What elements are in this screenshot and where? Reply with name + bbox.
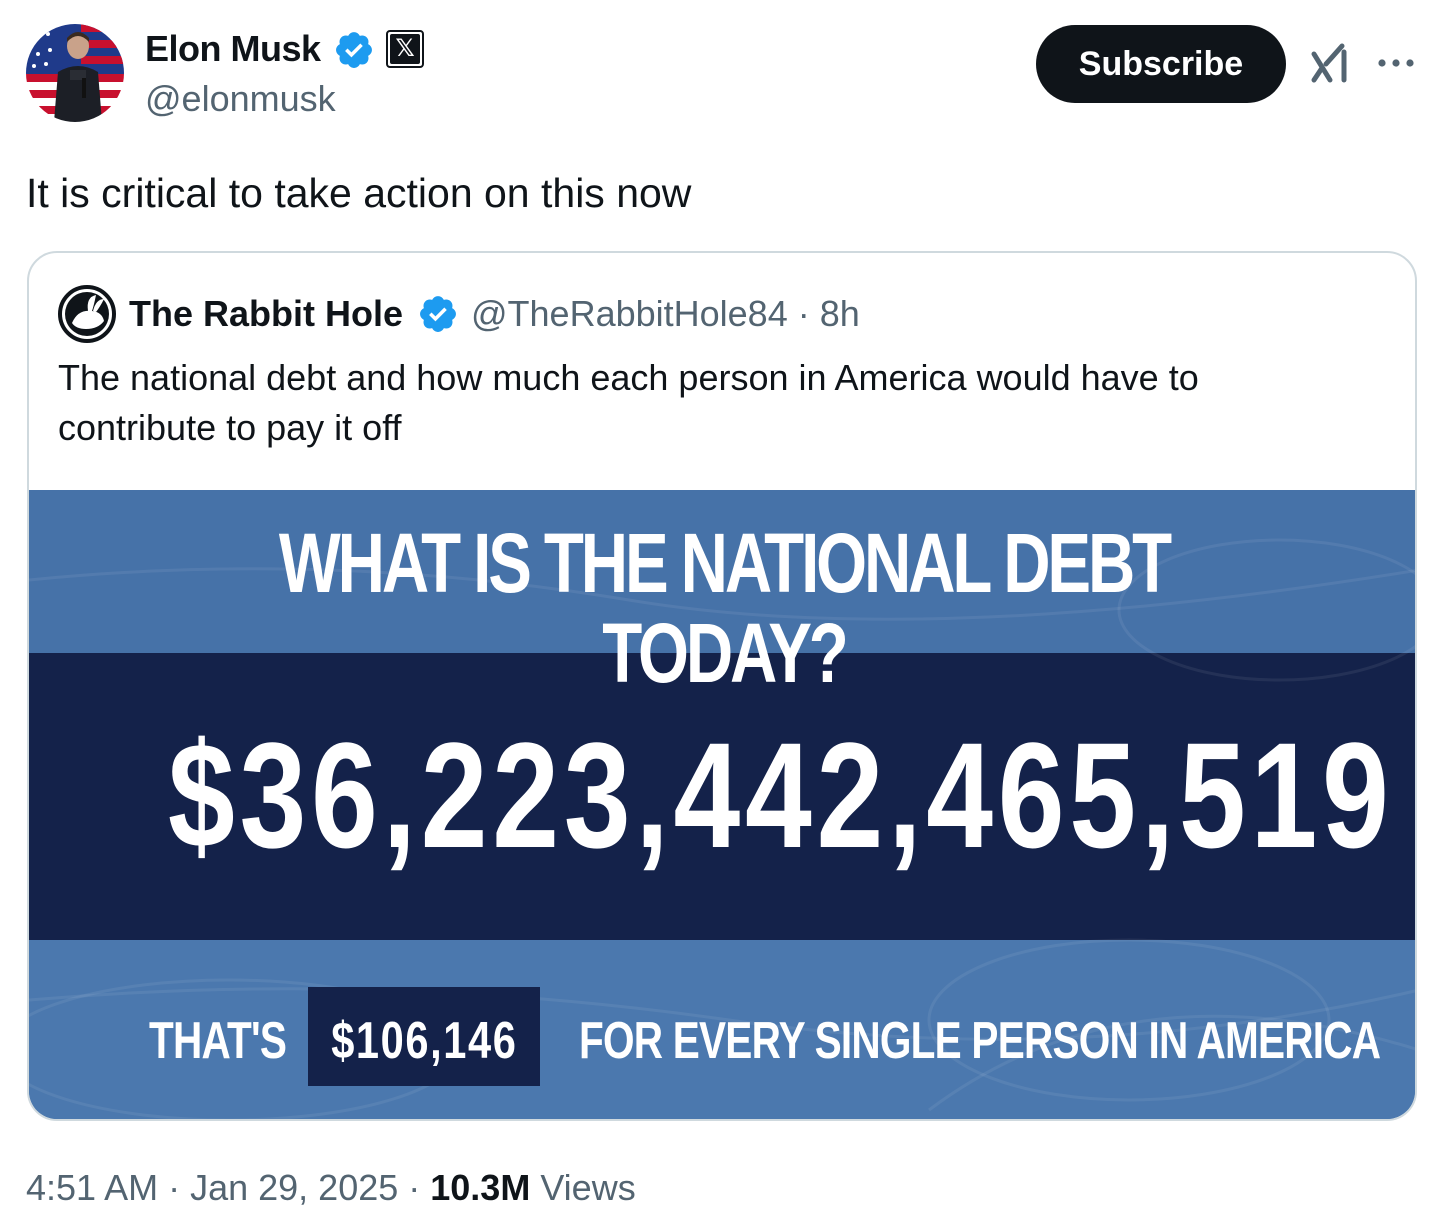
avatar-image (26, 24, 124, 122)
author-avatar[interactable] (26, 24, 124, 122)
more-dots-icon[interactable] (1376, 50, 1416, 76)
quoted-handle-time[interactable]: @TheRabbitHole84 · 8h (471, 293, 860, 335)
tweet-meta: 4:51 AM · Jan 29, 2025 · 10.3M Views (26, 1166, 636, 1210)
author-name[interactable]: Elon Musk (145, 28, 321, 70)
views-label: Views (530, 1167, 636, 1208)
quoted-tweet-text: The national debt and how much each pers… (58, 357, 1199, 448)
grok-icon[interactable] (1308, 40, 1352, 84)
views-count: 10.3M (430, 1167, 531, 1208)
per-person-box: $106,146 (308, 987, 540, 1086)
x-affiliation-badge[interactable]: 𝕏 (386, 30, 424, 68)
debt-infographic-image[interactable]: WHAT IS THE NATIONAL DEBT TODAY? $36,223… (29, 490, 1415, 1119)
quoted-tweet-card[interactable]: The Rabbit Hole @TheRabbitHole84 · 8h Th… (27, 251, 1417, 1121)
subscribe-button[interactable]: Subscribe (1036, 25, 1286, 103)
verified-badge-icon (420, 296, 456, 332)
rabbit-hole-avatar-icon[interactable] (58, 285, 116, 343)
per-person-row: THAT'S $106,146 FOR EVERY SINGLE PERSON … (29, 987, 1415, 1087)
thats-label: THAT'S (149, 1012, 287, 1070)
quoted-author-name[interactable]: The Rabbit Hole (129, 293, 403, 335)
tweet-text: It is critical to take action on this no… (26, 170, 692, 216)
timestamp[interactable]: 4:51 AM · Jan 29, 2025 · (26, 1167, 430, 1208)
per-person-amount: $106,146 (331, 1012, 518, 1070)
verified-badge-icon (336, 32, 372, 68)
debt-amount: $36,223,442,465,519 (168, 711, 1394, 879)
author-handle[interactable]: @elonmusk (145, 78, 336, 120)
x-logo-icon: 𝕏 (390, 34, 420, 64)
infographic-headline: WHAT IS THE NATIONAL DEBT TODAY? (278, 516, 1172, 700)
per-person-suffix: FOR EVERY SINGLE PERSON IN AMERICA (579, 1012, 1381, 1070)
